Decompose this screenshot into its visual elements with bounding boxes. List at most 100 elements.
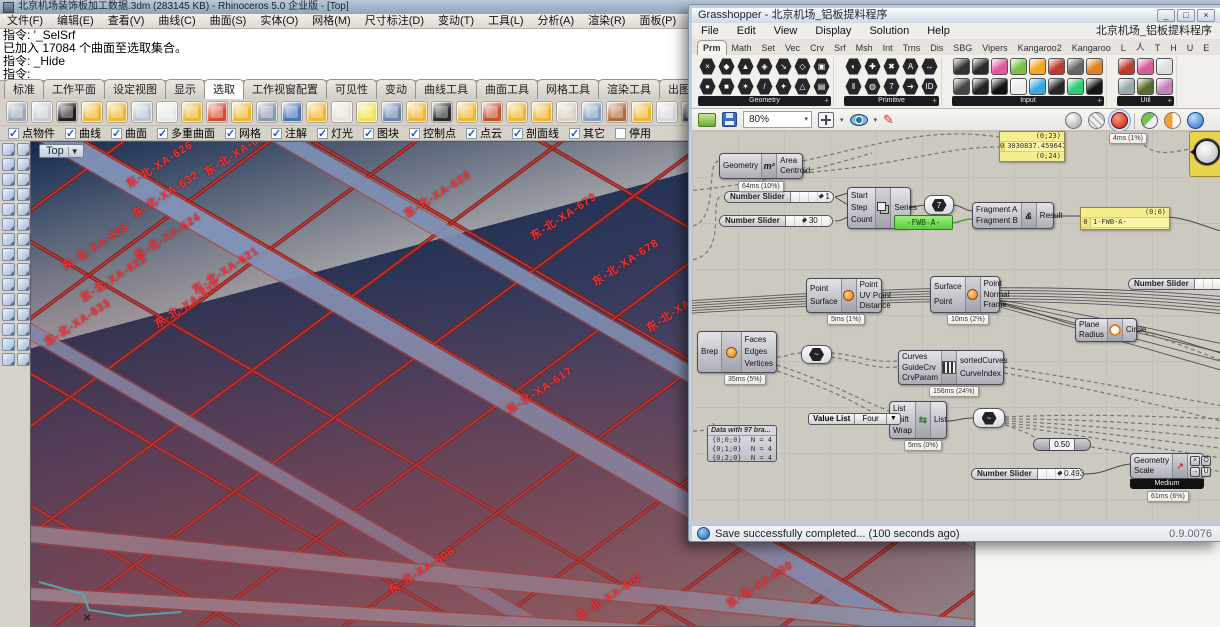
dropdown-arrow-icon[interactable]: ▾ <box>840 116 844 124</box>
gh-category-tab[interactable]: Srf <box>829 41 851 55</box>
rhino-sidebar-tool-icon[interactable] <box>2 233 15 246</box>
palette-component-icon[interactable]: △ <box>794 78 811 95</box>
rhino-sidebar-tool-icon[interactable] <box>2 293 15 306</box>
open-file-icon[interactable] <box>698 113 716 127</box>
palette-component-icon[interactable]: ◆ <box>718 58 735 75</box>
gh-category-tab[interactable]: T <box>1150 41 1166 55</box>
gh-value-list[interactable]: Value List Four ▼ <box>808 413 901 425</box>
rhino-toolbar-icon[interactable] <box>581 101 603 123</box>
output-grip[interactable]: O <box>1201 456 1211 466</box>
rhino-toolbar-icon[interactable] <box>556 101 578 123</box>
gh-category-tab[interactable]: L <box>1214 41 1220 55</box>
rhino-toolbar-icon[interactable] <box>281 101 303 123</box>
dropdown-arrow-icon[interactable]: ▼ <box>887 414 900 424</box>
rhino-toolbar-icon[interactable] <box>306 101 328 123</box>
rhino-sidebar-tool-icon[interactable] <box>17 308 30 321</box>
rhino-menu-item[interactable]: 查看(V) <box>101 14 152 28</box>
rhino-menu-item[interactable]: 编辑(E) <box>50 14 101 28</box>
palette-component-icon[interactable] <box>1029 78 1046 95</box>
palette-component-icon[interactable] <box>972 78 989 95</box>
rhino-menu-item[interactable]: 渲染(R) <box>581 14 632 28</box>
sketch-pencil-icon[interactable]: ✎ <box>883 113 894 126</box>
palette-component-icon[interactable]: ID <box>921 78 938 95</box>
preview-shaded-icon[interactable] <box>1111 112 1128 129</box>
palette-component-icon[interactable]: ◈ <box>756 58 773 75</box>
slider-track[interactable]: ◆1 <box>791 192 833 202</box>
palette-component-icon[interactable] <box>1029 58 1046 75</box>
rhino-toolbar-tab[interactable]: 曲线工具 <box>415 79 477 99</box>
rhino-sidebar-tool-icon[interactable] <box>17 323 30 336</box>
palette-component-icon[interactable]: ✶ <box>737 78 754 95</box>
checkbox-icon[interactable] <box>512 128 523 139</box>
rhino-toolbar-tab[interactable]: 显示 <box>165 79 205 99</box>
palette-component-icon[interactable]: ‖ <box>845 78 862 95</box>
palette-expand-icon[interactable]: + <box>1097 96 1102 106</box>
palette-component-icon[interactable]: ↘ <box>775 58 792 75</box>
palette-component-icon[interactable] <box>1137 58 1154 75</box>
palette-expand-icon[interactable]: + <box>824 96 829 106</box>
rhino-toolbar-icon[interactable] <box>356 101 378 123</box>
rhino-toolbar-tab[interactable]: 曲面工具 <box>476 79 538 99</box>
rhino-toolbar-tab[interactable]: 选取 <box>204 79 244 99</box>
viewport-tab-top[interactable]: Top ▼ <box>39 144 84 158</box>
rhino-sidebar-tool-icon[interactable] <box>2 263 15 276</box>
rhino-sidebar-tool-icon[interactable] <box>17 188 30 201</box>
palette-component-icon[interactable]: ▲ <box>737 58 754 75</box>
palette-component-icon[interactable] <box>1137 78 1154 95</box>
palette-component-icon[interactable] <box>1086 78 1103 95</box>
palette-component-icon[interactable] <box>953 58 970 75</box>
rhino-toolbar-icon[interactable] <box>131 101 153 123</box>
output-grip[interactable]: × <box>1190 456 1200 466</box>
gh-category-tab[interactable]: Trns <box>898 41 926 55</box>
rhino-sidebar-tool-icon[interactable] <box>2 338 15 351</box>
rhino-sidebar-tool-icon[interactable] <box>2 143 15 156</box>
checkbox-icon[interactable] <box>466 128 477 139</box>
gh-menu-item[interactable]: File <box>692 23 728 39</box>
palette-component-icon[interactable]: A <box>902 58 919 75</box>
palette-component-icon[interactable]: ➔ <box>902 78 919 95</box>
rhino-toolbar-icon[interactable] <box>531 101 553 123</box>
palette-component-icon[interactable] <box>1010 78 1027 95</box>
palette-component-icon[interactable] <box>991 58 1008 75</box>
checkbox-icon[interactable] <box>225 128 236 139</box>
gh-param-viewer[interactable]: Data with 97 bra... {0;0;0}N = 4 {0;1;0}… <box>707 425 777 462</box>
gh-category-tab[interactable]: Kangaroo2 <box>1013 41 1067 55</box>
palette-component-icon[interactable]: ◐ <box>845 58 862 75</box>
gh-menu-item[interactable]: View <box>765 23 807 39</box>
rhino-toolbar-icon[interactable] <box>431 101 453 123</box>
palette-component-icon[interactable]: ✦ <box>775 78 792 95</box>
palette-component-icon[interactable] <box>1048 78 1065 95</box>
rhino-toolbar-icon[interactable] <box>481 101 503 123</box>
slider-segment[interactable] <box>1034 439 1049 450</box>
rhino-menu-item[interactable]: 文件(F) <box>0 14 50 28</box>
palette-component-icon[interactable]: ▣ <box>813 58 830 75</box>
rhino-sidebar-tool-icon[interactable] <box>17 218 30 231</box>
gh-component-evaluate-surface[interactable]: SurfacePoint PointNormalFrame <box>930 276 1000 313</box>
gh-menu-item[interactable]: Edit <box>728 23 765 39</box>
palette-component-icon[interactable]: ◍ <box>864 78 881 95</box>
palette-component-icon[interactable] <box>1118 58 1135 75</box>
palette-component-icon[interactable]: ▤ <box>813 78 830 95</box>
rhino-sidebar-tool-icon[interactable] <box>2 248 15 261</box>
gh-menu-item[interactable]: Help <box>918 23 959 39</box>
rhino-sidebar-tool-icon[interactable] <box>17 353 30 366</box>
rhino-toolbar-icon[interactable] <box>406 101 428 123</box>
save-file-icon[interactable] <box>722 112 737 127</box>
minimize-button[interactable]: _ <box>1157 9 1175 22</box>
palette-component-icon[interactable] <box>991 78 1008 95</box>
rhino-toolbar-icon[interactable] <box>56 101 78 123</box>
gh-category-tab[interactable]: Kangaroo <box>1067 41 1116 55</box>
slider-track[interactable]: ◆30 <box>786 216 832 226</box>
slider-handle[interactable]: ◆30 <box>801 216 817 226</box>
gh-category-tab[interactable]: E <box>1198 41 1214 55</box>
number-slider[interactable]: Number Slider ◆30 <box>719 215 833 227</box>
rhino-menu-item[interactable]: 曲线(C) <box>151 14 202 28</box>
checkbox-icon[interactable] <box>409 128 420 139</box>
palette-component-icon[interactable]: ↔ <box>921 58 938 75</box>
gh-param-curve[interactable]: ~ <box>973 408 1005 428</box>
gh-menu-item[interactable]: Display <box>806 23 860 39</box>
maximize-button[interactable]: □ <box>1177 9 1195 22</box>
palette-component-icon[interactable] <box>972 58 989 75</box>
rhino-sidebar-tool-icon[interactable] <box>17 203 30 216</box>
checkbox-icon[interactable] <box>363 128 374 139</box>
